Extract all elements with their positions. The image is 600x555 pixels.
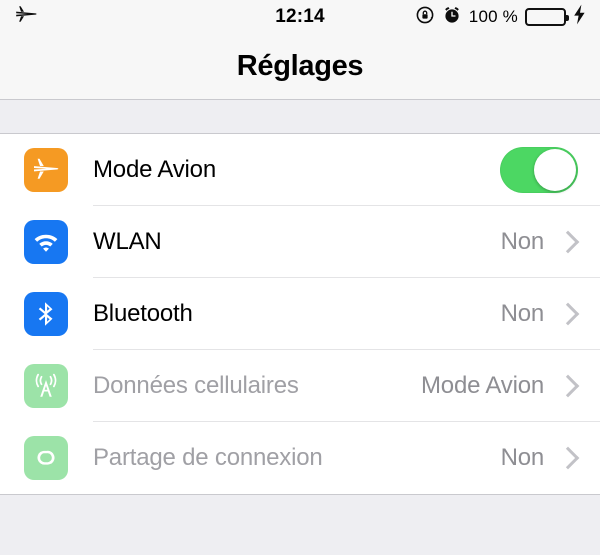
settings-row-value: Mode Avion (421, 372, 544, 399)
wifi-icon (24, 220, 68, 264)
chevron-right-icon (556, 302, 580, 326)
status-bar-right: 100 % (415, 4, 586, 30)
toggle-knob (534, 149, 576, 191)
settings-row-label: WLAN (93, 228, 162, 255)
settings-group: Mode Avion WLAN Non Bluetooth Non Donnée… (0, 134, 600, 495)
settings-row-personal-hotspot[interactable]: Partage de connexion Non (0, 422, 600, 494)
chevron-right-icon (556, 230, 580, 254)
group-spacer (0, 100, 600, 134)
personal-hotspot-icon (24, 436, 68, 480)
settings-row-label: Mode Avion (93, 156, 216, 183)
settings-row-label: Données cellulaires (93, 372, 299, 399)
settings-row-control: Non (501, 444, 600, 472)
settings-row-wlan[interactable]: WLAN Non (0, 206, 600, 278)
settings-row-label: Partage de connexion (93, 444, 323, 471)
settings-row-airplane-mode[interactable]: Mode Avion (0, 134, 600, 206)
settings-row-control: Non (501, 300, 600, 328)
chevron-right-icon (556, 374, 580, 398)
settings-row-value: Non (500, 300, 545, 327)
settings-row-bluetooth[interactable]: Bluetooth Non (0, 278, 600, 350)
bottom-background (0, 495, 600, 555)
settings-row-label: Bluetooth (93, 300, 193, 327)
airplane-icon (24, 148, 68, 192)
settings-row-value: Non (500, 228, 545, 255)
navigation-bar: Réglages (0, 34, 600, 100)
settings-row-value: Non (500, 444, 545, 471)
rotation-lock-icon (415, 5, 435, 30)
battery-percentage-label: 100 % (468, 7, 518, 26)
lightning-bolt-icon (573, 4, 586, 30)
settings-row-control: Non (501, 228, 600, 256)
bluetooth-icon (24, 292, 68, 336)
battery-icon (525, 8, 569, 26)
settings-row-cellular-data[interactable]: Données cellulaires Mode Avion (0, 350, 600, 422)
airplane-icon (14, 3, 38, 32)
settings-row-control (500, 147, 600, 193)
status-bar: 12:14 100 % (0, 0, 600, 34)
page-title: Réglages (236, 50, 364, 82)
status-bar-left (14, 3, 38, 32)
alarm-clock-icon (442, 5, 462, 30)
airplane-mode-toggle[interactable] (500, 147, 578, 193)
cellular-antenna-icon (24, 364, 68, 408)
settings-row-control: Mode Avion (421, 372, 600, 400)
chevron-right-icon (556, 446, 580, 470)
